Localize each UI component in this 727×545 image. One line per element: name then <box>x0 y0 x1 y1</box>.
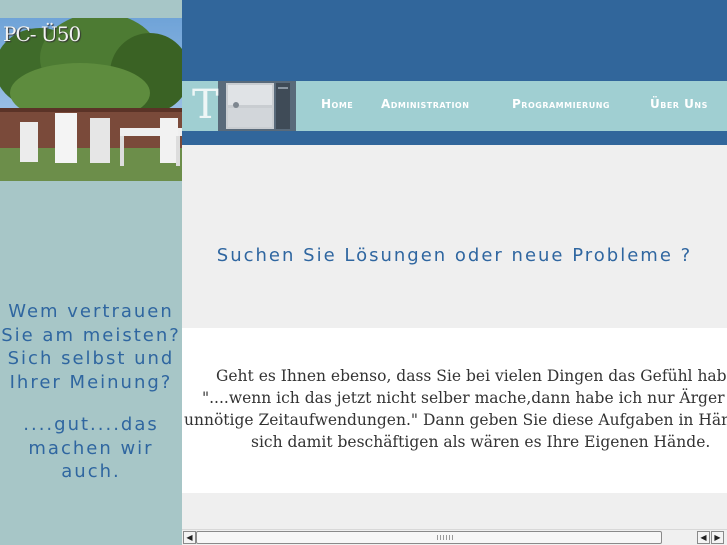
quote-line: Wem vertrauen <box>8 301 174 322</box>
quote-line: machen wir <box>28 437 154 459</box>
photo-label: PC- Ü50 <box>3 22 81 46</box>
scroll-left-small-arrow-icon[interactable]: ◀ <box>697 531 710 544</box>
scroll-left-arrow-icon[interactable]: ◀ <box>183 531 196 544</box>
scrollbar-thumb[interactable] <box>196 531 662 544</box>
quote-line: auch. <box>61 461 121 482</box>
sidebar-quote-question: Wem vertrauen Sie am meisten? Sich selbs… <box>0 300 182 394</box>
quote-line: Sie am meisten? <box>1 324 181 346</box>
grip-icon <box>437 535 453 540</box>
nav-programmierung[interactable]: Programmierung <box>512 97 610 111</box>
quote-line: ....gut....das <box>23 414 159 435</box>
quote-line: Ihrer Meinung? <box>9 371 173 393</box>
headline-section <box>182 145 727 328</box>
intro-text: Geht es Ihnen ebenso, dass Sie bei viele… <box>182 367 727 467</box>
logo-letter: T <box>192 82 219 128</box>
footer-band <box>182 493 727 529</box>
sidebar-top-strip <box>0 0 182 18</box>
horizontal-scrollbar[interactable]: ◀ ◀ ▶ <box>182 529 727 545</box>
intro-line: "....wenn ich das jetzt nicht selber mac… <box>202 389 727 407</box>
nav-home[interactable]: Home <box>321 97 353 111</box>
page-headline: Suchen Sie Lösungen oder neue Probleme ? <box>216 245 693 266</box>
intro-line: unnötige Zeitaufwendungen." Dann geben S… <box>184 411 727 429</box>
nav-administration[interactable]: Administration <box>381 97 469 111</box>
nav-ueber-uns[interactable]: Über Uns <box>650 97 708 111</box>
scroll-right-arrow-icon[interactable]: ▶ <box>711 531 724 544</box>
intro-line: Geht es Ihnen ebenso, dass Sie bei viele… <box>216 367 727 385</box>
sidebar-quote-answer: ....gut....das machen wir auch. <box>0 413 182 484</box>
quote-line: Sich selbst und <box>7 348 175 369</box>
intro-line: sich damit beschäftigen als wären es Ihr… <box>251 433 711 451</box>
